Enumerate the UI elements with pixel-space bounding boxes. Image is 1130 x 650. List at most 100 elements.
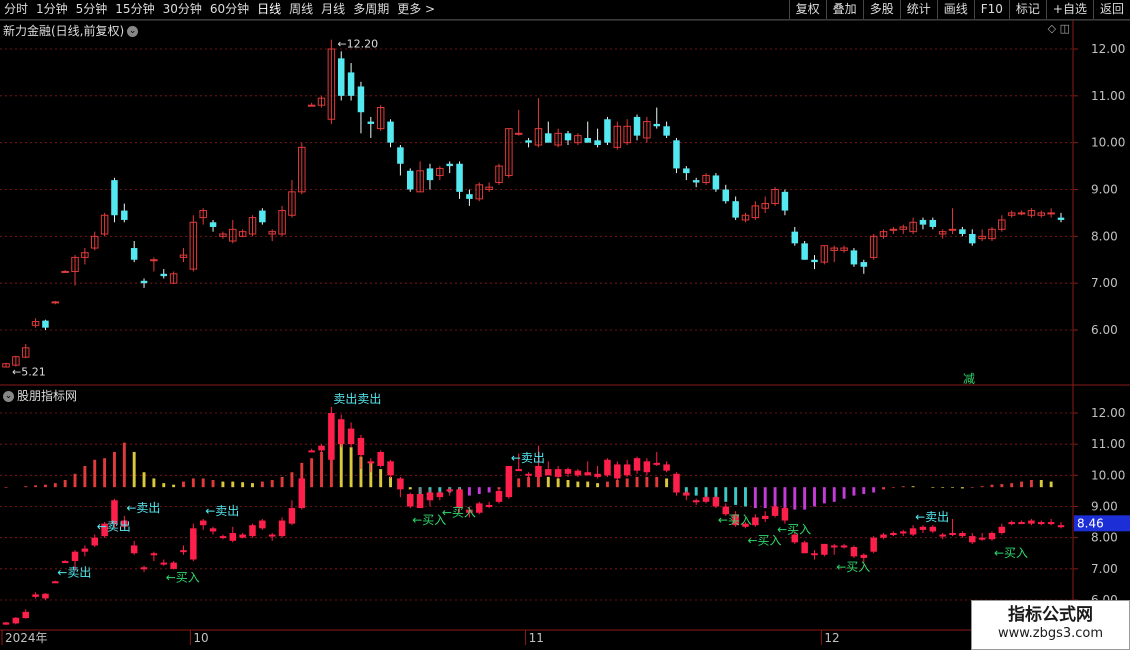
- candle-body: [466, 194, 473, 199]
- candle-body: [367, 121, 375, 124]
- candle-body: [919, 219, 927, 225]
- chevron-down-icon[interactable]: ⌄: [3, 391, 14, 402]
- y-tick-label: 11.00: [1091, 89, 1125, 103]
- indicator-candle: [406, 494, 414, 507]
- indicator-candle: [525, 473, 532, 476]
- indicator-candle: [278, 520, 286, 537]
- indicator-candle: [367, 461, 375, 464]
- indicator-candle: [663, 464, 670, 471]
- candle-body: [732, 201, 739, 218]
- candle-body: [683, 168, 690, 174]
- candle-body: [594, 140, 601, 146]
- indicator-candle: [692, 500, 700, 503]
- indicator-candle: [436, 492, 444, 498]
- indicator-candle: [978, 537, 986, 540]
- y-tick-label: 7.00: [1091, 562, 1118, 576]
- indicator-candle: [969, 536, 976, 543]
- kline-chart[interactable]: 12.00 11.00 10.00 9.00 8.00 7.00 6.00 12.00 11.0…: [0, 0, 1130, 650]
- candle-body: [1047, 212, 1055, 215]
- indicator-candle: [890, 532, 897, 535]
- sell-signal: ←卖出: [915, 510, 949, 524]
- indicator-candle: [811, 553, 818, 556]
- candle-body: [929, 219, 937, 227]
- candle-body: [791, 231, 799, 244]
- indicator-candle: [308, 450, 315, 453]
- indicator-candle: [653, 462, 661, 465]
- indicator-candle: [130, 545, 138, 554]
- chart-tool-icons: ◇ ◫: [1048, 22, 1070, 35]
- candle-body: [525, 140, 532, 143]
- candle-body: [1057, 217, 1065, 220]
- indicator-candle: [426, 492, 434, 501]
- candle-body: [307, 104, 316, 107]
- indicator-candle: [170, 562, 177, 569]
- indicator-candle: [574, 470, 582, 476]
- indicator-candle: [1028, 520, 1035, 524]
- indicator-candle: [298, 478, 306, 509]
- x-tick-label: 12: [824, 631, 839, 645]
- indicator-candle: [712, 497, 720, 507]
- indicator-candle: [771, 506, 779, 516]
- candle-body: [456, 163, 463, 192]
- indicator-candle: [761, 515, 769, 519]
- candle-body: [51, 301, 60, 304]
- indicator-candle: [1038, 522, 1045, 525]
- indicator-candle: [1047, 522, 1055, 525]
- indicator-candle: [1018, 522, 1025, 525]
- indicator-candle: [505, 465, 513, 498]
- sell-signal: ←卖出: [511, 451, 545, 465]
- candle-body: [663, 126, 670, 136]
- indicator-candle: [377, 451, 384, 466]
- indicator-candle: [259, 520, 266, 529]
- buy-signal: ←买入: [442, 505, 476, 519]
- indicator-candle: [821, 543, 828, 555]
- indicator-candle: [594, 473, 601, 477]
- candle-body: [969, 233, 976, 244]
- indicator-candle: [239, 534, 246, 538]
- indicator-candle: [830, 545, 838, 548]
- indicator-candle: [61, 561, 69, 564]
- candle-body: [42, 320, 49, 328]
- indicator-candle: [939, 534, 946, 537]
- indicator-candle: [929, 526, 937, 532]
- indicator-candle: [71, 551, 79, 562]
- indicator-candle: [199, 520, 207, 526]
- candle-body: [426, 168, 434, 181]
- indicator-candle: [919, 526, 927, 530]
- chevron-down-icon[interactable]: ⌄: [127, 26, 139, 37]
- candle-body: [446, 163, 453, 167]
- candle-body: [1017, 212, 1026, 215]
- indicator-candle: [604, 459, 611, 476]
- indicator-candle: [564, 469, 572, 474]
- indicator-title: 股朋指标网: [17, 389, 78, 403]
- watermark-logo: 指标公式网 www.zbgs3.com: [971, 600, 1130, 650]
- panel-toggle-icon[interactable]: ◫: [1060, 22, 1070, 35]
- candle-body: [692, 180, 700, 183]
- y-tick-label: 7.00: [1091, 276, 1118, 290]
- indicator-candle: [673, 473, 680, 493]
- sell-signal: 卖出卖出: [333, 392, 381, 406]
- sub-chart-title: ⌄ 股朋指标网: [3, 387, 77, 404]
- indicator-candle: [42, 593, 49, 599]
- indicator-candle: [1008, 522, 1015, 525]
- indicator-candle: [160, 562, 168, 565]
- diamond-icon[interactable]: ◇: [1048, 22, 1056, 35]
- indicator-candle: [249, 525, 256, 537]
- current-value-label: 8.46: [1077, 516, 1104, 530]
- candle-body: [357, 86, 365, 113]
- candle-body: [653, 123, 661, 127]
- indicator-candle: [476, 503, 483, 513]
- indicator-candle: [899, 531, 907, 534]
- candle-body: [564, 133, 572, 141]
- candle-body: [387, 121, 394, 143]
- candle-body: [673, 140, 680, 169]
- indicator-candle: [81, 548, 89, 552]
- y-tick-label: 6.00: [1091, 323, 1118, 337]
- indicator-candle: [909, 528, 917, 535]
- indicator-candle: [52, 581, 59, 584]
- sell-signal: ←卖出: [205, 504, 239, 518]
- indicator-candle: [318, 445, 325, 451]
- candle-body: [850, 250, 858, 265]
- indicator-candle: [32, 594, 39, 597]
- indicator-candle: [150, 553, 158, 556]
